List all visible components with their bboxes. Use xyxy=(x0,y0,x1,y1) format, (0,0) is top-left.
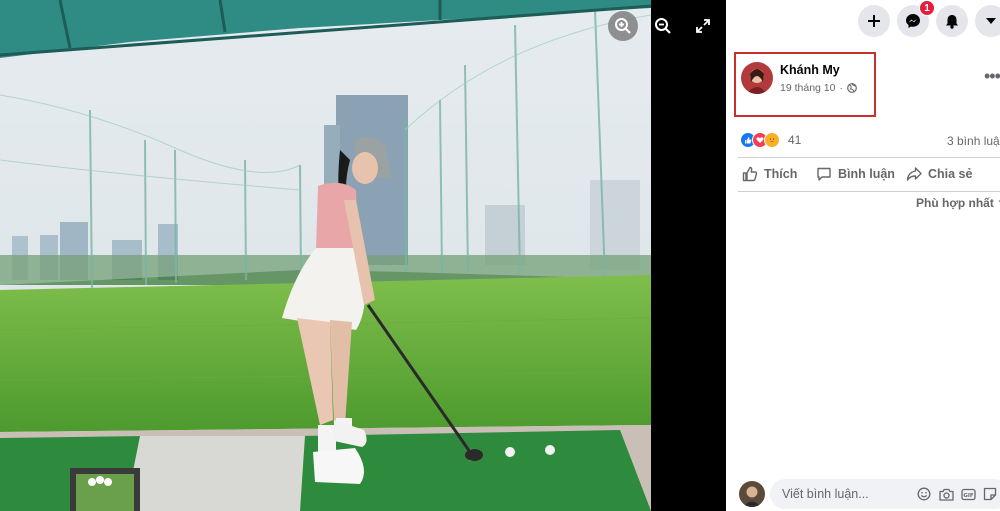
profile-photo xyxy=(741,62,773,94)
author-avatar[interactable] xyxy=(741,62,773,94)
globe-icon xyxy=(847,83,857,93)
post-actions: Thích Bình luận Chia sẻ xyxy=(726,162,1000,190)
notifications-button[interactable] xyxy=(936,5,968,37)
thumbs-up-icon xyxy=(742,166,758,182)
divider xyxy=(738,191,1000,192)
messenger-icon xyxy=(906,14,920,28)
zoom-in-button[interactable] xyxy=(608,11,638,41)
caret-down-icon xyxy=(986,18,996,24)
comment-icon xyxy=(817,167,831,181)
comment-label: Bình luận xyxy=(838,167,895,181)
photo-post-page: 1 Khánh My 19 tháng 10 · ••• 41 3 bình l… xyxy=(0,0,1000,511)
post-details-panel: 1 Khánh My 19 tháng 10 · ••• 41 3 bình l… xyxy=(726,0,1000,511)
sticker-icon[interactable] xyxy=(982,486,998,502)
share-icon xyxy=(906,167,922,181)
svg-text:GIF: GIF xyxy=(963,493,974,499)
author-header: Khánh My 19 tháng 10 · xyxy=(734,52,876,117)
profile-photo xyxy=(739,481,765,507)
account-menu-button[interactable] xyxy=(975,5,1000,37)
divider xyxy=(738,157,1000,158)
post-photo[interactable] xyxy=(0,0,651,511)
messenger-badge: 1 xyxy=(919,0,935,16)
reaction-summary[interactable]: 41 xyxy=(740,132,801,148)
comment-composer: Viết bình luận... GIF xyxy=(726,476,1000,511)
comment-button[interactable]: Bình luận xyxy=(816,166,895,182)
fullscreen-icon xyxy=(696,19,710,33)
comments-count-link[interactable]: 3 bình luận xyxy=(947,134,1000,148)
comment-input[interactable]: Viết bình luận... GIF xyxy=(770,479,1000,509)
like-button[interactable]: Thích xyxy=(742,166,797,182)
share-button[interactable]: Chia sẻ xyxy=(906,166,972,182)
care-reaction-icon xyxy=(764,132,780,148)
author-name[interactable]: Khánh My xyxy=(780,63,840,77)
sort-label: Phù hợp nhất xyxy=(916,196,994,210)
reaction-count: 41 xyxy=(788,133,802,147)
plus-icon xyxy=(868,15,880,27)
comment-sort-dropdown[interactable]: Phù hợp nhất xyxy=(916,196,1000,210)
camera-icon[interactable] xyxy=(938,486,954,502)
create-button[interactable] xyxy=(858,5,890,37)
messenger-button[interactable]: 1 xyxy=(897,0,935,37)
emoji-icon[interactable] xyxy=(916,486,932,502)
fullscreen-button[interactable] xyxy=(688,11,718,41)
gif-icon[interactable]: GIF xyxy=(960,486,976,502)
top-navigation: 1 xyxy=(726,0,1000,44)
like-label: Thích xyxy=(764,167,798,181)
viewer-avatar[interactable] xyxy=(739,481,765,507)
photo-viewer xyxy=(0,0,726,511)
meta-separator: · xyxy=(839,82,843,94)
post-date[interactable]: 19 tháng 10 xyxy=(780,82,835,94)
zoom-out-icon xyxy=(655,18,671,34)
zoom-out-button[interactable] xyxy=(648,11,678,41)
comment-placeholder: Viết bình luận... xyxy=(782,487,869,501)
share-label: Chia sẻ xyxy=(928,167,973,181)
zoom-in-icon xyxy=(615,18,631,34)
more-options-icon[interactable]: ••• xyxy=(984,66,1000,87)
bell-icon xyxy=(946,14,958,29)
post-meta: 19 tháng 10 · xyxy=(780,82,857,94)
